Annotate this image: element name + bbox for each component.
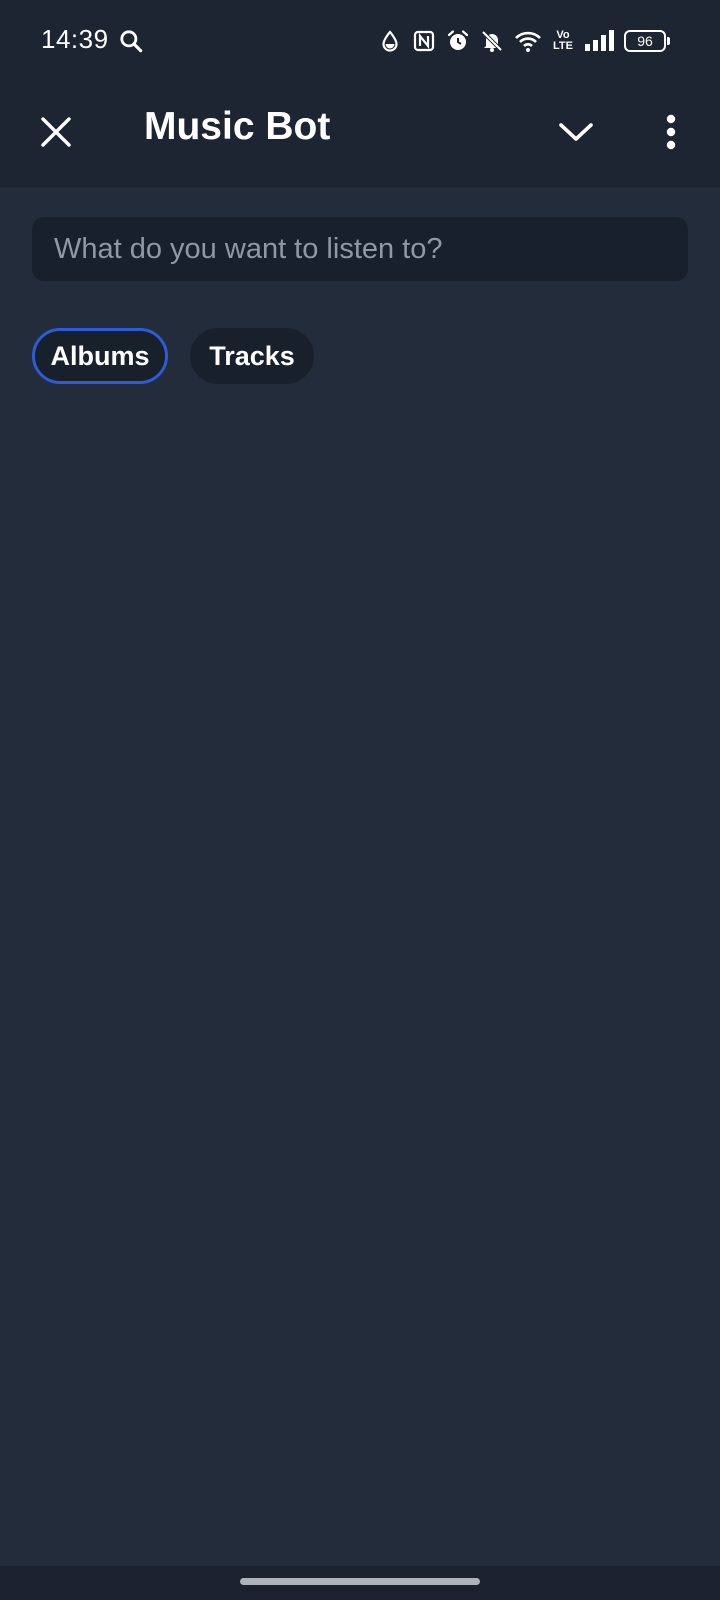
close-icon — [41, 117, 71, 147]
search-box — [32, 217, 688, 281]
search-icon — [120, 30, 143, 53]
status-time: 14:39 — [41, 24, 109, 54]
battery-icon: 96 — [624, 30, 670, 52]
chevron-down-icon — [559, 123, 593, 141]
search-input[interactable] — [52, 231, 668, 267]
close-button[interactable] — [30, 106, 82, 158]
nfc-icon — [413, 30, 435, 52]
music-bot-screen: 14:39 Vo LTE 96 Music Bot What do you wa… — [0, 0, 720, 1600]
home-indicator[interactable] — [240, 1578, 480, 1585]
signal-icon — [585, 30, 614, 51]
volte-line2: LTE — [553, 40, 573, 52]
filter-chips: Albums Tracks — [32, 328, 314, 384]
status-bar: 14:39 Vo LTE 96 — [0, 0, 720, 84]
more-options-button[interactable] — [645, 104, 697, 160]
collapse-button[interactable] — [550, 106, 602, 158]
wifi-icon — [515, 31, 541, 52]
status-icons: Vo LTE 96 — [378, 26, 670, 56]
volte-icon: Vo LTE — [552, 30, 574, 52]
app-bar: Music Bot — [0, 84, 720, 187]
more-vert-icon — [666, 114, 676, 150]
bell-off-icon — [481, 30, 503, 52]
chip-albums[interactable]: Albums — [32, 328, 168, 384]
drop-icon — [382, 30, 398, 52]
page-title: Music Bot — [144, 105, 331, 148]
chip-tracks-label: Tracks — [209, 340, 295, 371]
alarm-icon — [447, 30, 469, 50]
chip-tracks[interactable]: Tracks — [190, 328, 314, 384]
chip-albums-label: Albums — [50, 340, 150, 371]
battery-level: 96 — [637, 33, 653, 49]
